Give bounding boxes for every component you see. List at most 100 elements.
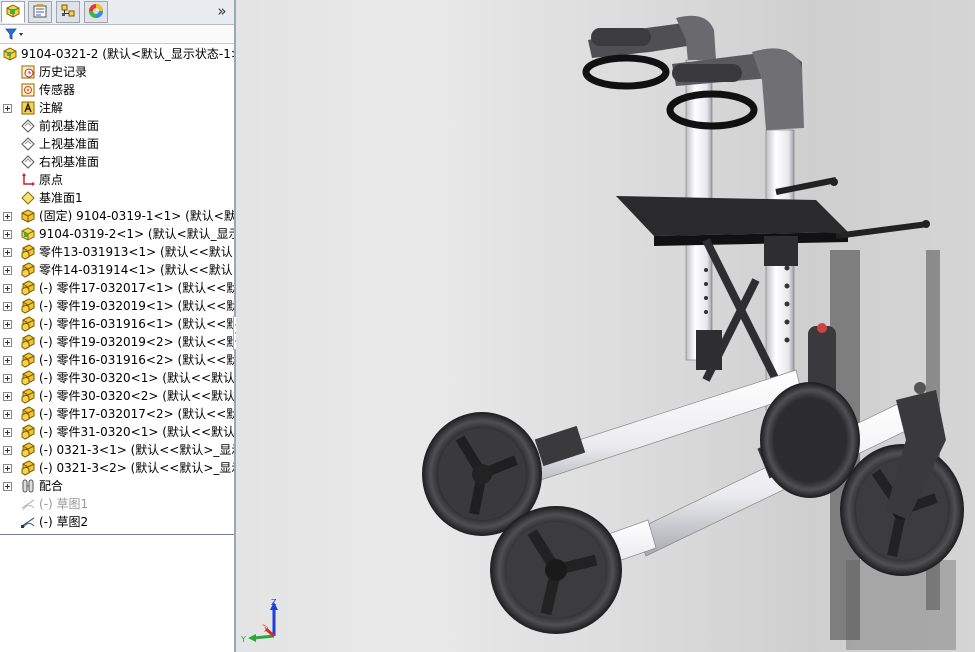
expand-toggle-icon[interactable]: [3, 464, 12, 473]
tree-item-label: (-) 零件30-0320<2> (默认<<默认>_显示状态 1>): [39, 389, 234, 403]
tree-item-label: (-) 零件16-031916<1> (默认<<默认>_显示状态 1>): [39, 317, 234, 331]
tree-item-label: (-) 零件31-0320<1> (默认<<默认>_显示状态 1>): [39, 425, 234, 439]
tree-item[interactable]: 传感器: [0, 81, 234, 99]
tree-item-label: (-) 零件16-031916<2> (默认<<默认>_显示状态 1>): [39, 353, 234, 367]
expand-toggle-icon[interactable]: [3, 266, 12, 275]
part-icon: [20, 334, 36, 350]
expand-panel-button[interactable]: »: [214, 2, 230, 20]
plane-icon: [20, 118, 36, 134]
tree-item[interactable]: (-) 零件17-032017<2> (默认<<默认>_显示状态 1>): [0, 405, 234, 423]
part-fixed-icon: [20, 208, 36, 224]
part-icon: [20, 388, 36, 404]
tree-item-label: (-) 零件30-0320<1> (默认<<默认>_显示状态 1>): [39, 371, 234, 385]
tree-item-label: 上视基准面: [39, 137, 100, 151]
part-icon: [20, 280, 36, 296]
expand-toggle-icon[interactable]: [3, 284, 12, 293]
tree-item-label: (-) 零件17-032017<1> (默认<<默认>_显示状态 1>): [39, 281, 234, 295]
expand-toggle-icon[interactable]: [3, 374, 12, 383]
tree-item-label: 前视基准面: [39, 119, 100, 133]
tree-item[interactable]: 零件14-031914<1> (默认<<默认>_显示状态 1>): [0, 261, 234, 279]
tree-item-label: (-) 0321-3<1> (默认<<默认>_显示状态 1>): [39, 443, 234, 457]
panel-tab-bar: »: [0, 0, 234, 25]
tree-item[interactable]: 上视基准面: [0, 135, 234, 153]
sketch-icon: [20, 514, 36, 530]
displaymanager-tab[interactable]: [84, 1, 108, 23]
featuremanager-tab[interactable]: [1, 1, 25, 23]
sensor-icon: [20, 82, 36, 98]
expand-toggle-icon[interactable]: [3, 392, 12, 401]
plane-yellow-icon: [20, 190, 36, 206]
expand-toggle-icon[interactable]: [3, 338, 12, 347]
expand-toggle-icon[interactable]: [3, 446, 12, 455]
tree-item[interactable]: 右视基准面: [0, 153, 234, 171]
tree-item-label: 9104-0319-2<1> (默认<默认_显示状态-1>): [39, 227, 234, 241]
tree-item[interactable]: (固定) 9104-0319-1<1> (默认<默认_显示状态-1>): [0, 207, 234, 225]
expand-toggle-icon[interactable]: [3, 428, 12, 437]
tree-item[interactable]: 零件13-031913<1> (默认<<默认>_显示状态 1>): [0, 243, 234, 261]
expand-toggle-icon[interactable]: [3, 302, 12, 311]
configurationmanager-tab[interactable]: [56, 1, 80, 23]
feature-tree: 9104-0321-2 (默认<默认_显示状态-1>) 历史记录传感器注解前视基准…: [0, 45, 234, 531]
tree-item[interactable]: (-) 草图2: [0, 513, 234, 531]
panel-divider: [0, 534, 234, 535]
tree-item[interactable]: (-) 零件19-032019<2> (默认<<默认>_显示状态 1>): [0, 333, 234, 351]
tree-item[interactable]: (-) 零件31-0320<1> (默认<<默认>_显示状态 1>): [0, 423, 234, 441]
expand-toggle-icon[interactable]: [3, 410, 12, 419]
expand-toggle-icon[interactable]: [3, 356, 12, 365]
configuration-icon: [60, 3, 76, 22]
tree-item[interactable]: 前视基准面: [0, 117, 234, 135]
tree-item-label: 历史记录: [39, 65, 88, 79]
mates-icon: [20, 478, 36, 494]
expand-toggle-icon[interactable]: [3, 230, 12, 239]
tree-item[interactable]: (-) 草图1: [0, 495, 234, 513]
tree-item[interactable]: (-) 零件30-0320<2> (默认<<默认>_显示状态 1>): [0, 387, 234, 405]
tree-item-label: 注解: [39, 101, 64, 115]
triad-y-label: Y: [240, 635, 246, 644]
part-icon: [20, 424, 36, 440]
tree-item-label: 传感器: [39, 83, 76, 97]
tree-item[interactable]: 9104-0319-2<1> (默认<默认_显示状态-1>): [0, 225, 234, 243]
tree-item[interactable]: (-) 0321-3<2> (默认<<默认>_显示状态 1>): [0, 459, 234, 477]
tree-item-label: 右视基准面: [39, 155, 100, 169]
tree-item-label: (-) 零件19-032019<1> (默认<<默认>_显示状态 1>): [39, 299, 234, 313]
tree-item[interactable]: (-) 零件30-0320<1> (默认<<默认>_显示状态 1>): [0, 369, 234, 387]
tree-item[interactable]: (-) 零件19-032019<1> (默认<<默认>_显示状态 1>): [0, 297, 234, 315]
tree-item-label: 9104-0321-2 (默认<默认_显示状态-1>): [21, 47, 234, 61]
expand-toggle-icon[interactable]: [3, 482, 12, 491]
tree-item-label: (-) 0321-3<2> (默认<<默认>_显示状态 1>): [39, 461, 234, 475]
front-left-wheel: [490, 506, 622, 634]
part-icon: [20, 262, 36, 278]
propertymanager-tab[interactable]: [28, 1, 52, 23]
tree-item-label: 基准面1: [39, 191, 83, 205]
plane-icon: [20, 154, 36, 170]
expand-toggle-icon[interactable]: [3, 104, 12, 113]
feature-tree-icon: [5, 3, 21, 22]
tree-item-label: (-) 草图2: [39, 515, 89, 529]
tree-item[interactable]: 历史记录: [0, 63, 234, 81]
sketch-dim-icon: [20, 496, 36, 512]
tree-item[interactable]: (-) 零件16-031916<2> (默认<<默认>_显示状态 1>): [0, 351, 234, 369]
part-icon: [20, 316, 36, 332]
part-icon: [20, 352, 36, 368]
tree-item[interactable]: 原点: [0, 171, 234, 189]
feature-manager-panel: » 9104-0321-2 (默认<默认_显示状态-1>) 历史记录传感器注解前视…: [0, 0, 241, 652]
view-orientation-triad: Z Y X: [240, 596, 284, 646]
tree-item[interactable]: 9104-0321-2 (默认<默认_显示状态-1>): [0, 45, 234, 63]
tree-item[interactable]: 配合: [0, 477, 234, 495]
tree-item[interactable]: (-) 0321-3<1> (默认<<默认>_显示状态 1>): [0, 441, 234, 459]
graphics-viewport[interactable]: [236, 0, 975, 652]
expand-toggle-icon[interactable]: [3, 212, 12, 221]
triad-z-label: Z: [271, 598, 277, 607]
expand-toggle-icon[interactable]: [3, 320, 12, 329]
part-icon: [20, 244, 36, 260]
tree-item-label: (-) 零件17-032017<2> (默认<<默认>_显示状态 1>): [39, 407, 234, 421]
tree-item[interactable]: 注解: [0, 99, 234, 117]
tree-item[interactable]: (-) 零件17-032017<1> (默认<<默认>_显示状态 1>): [0, 279, 234, 297]
part-icon: [20, 298, 36, 314]
triad-x-label: X: [264, 626, 269, 634]
expand-toggle-icon[interactable]: [3, 248, 12, 257]
tree-item-label: (-) 草图1: [39, 497, 89, 511]
tree-item[interactable]: 基准面1: [0, 189, 234, 207]
property-icon: [32, 3, 48, 22]
tree-item[interactable]: (-) 零件16-031916<1> (默认<<默认>_显示状态 1>): [0, 315, 234, 333]
